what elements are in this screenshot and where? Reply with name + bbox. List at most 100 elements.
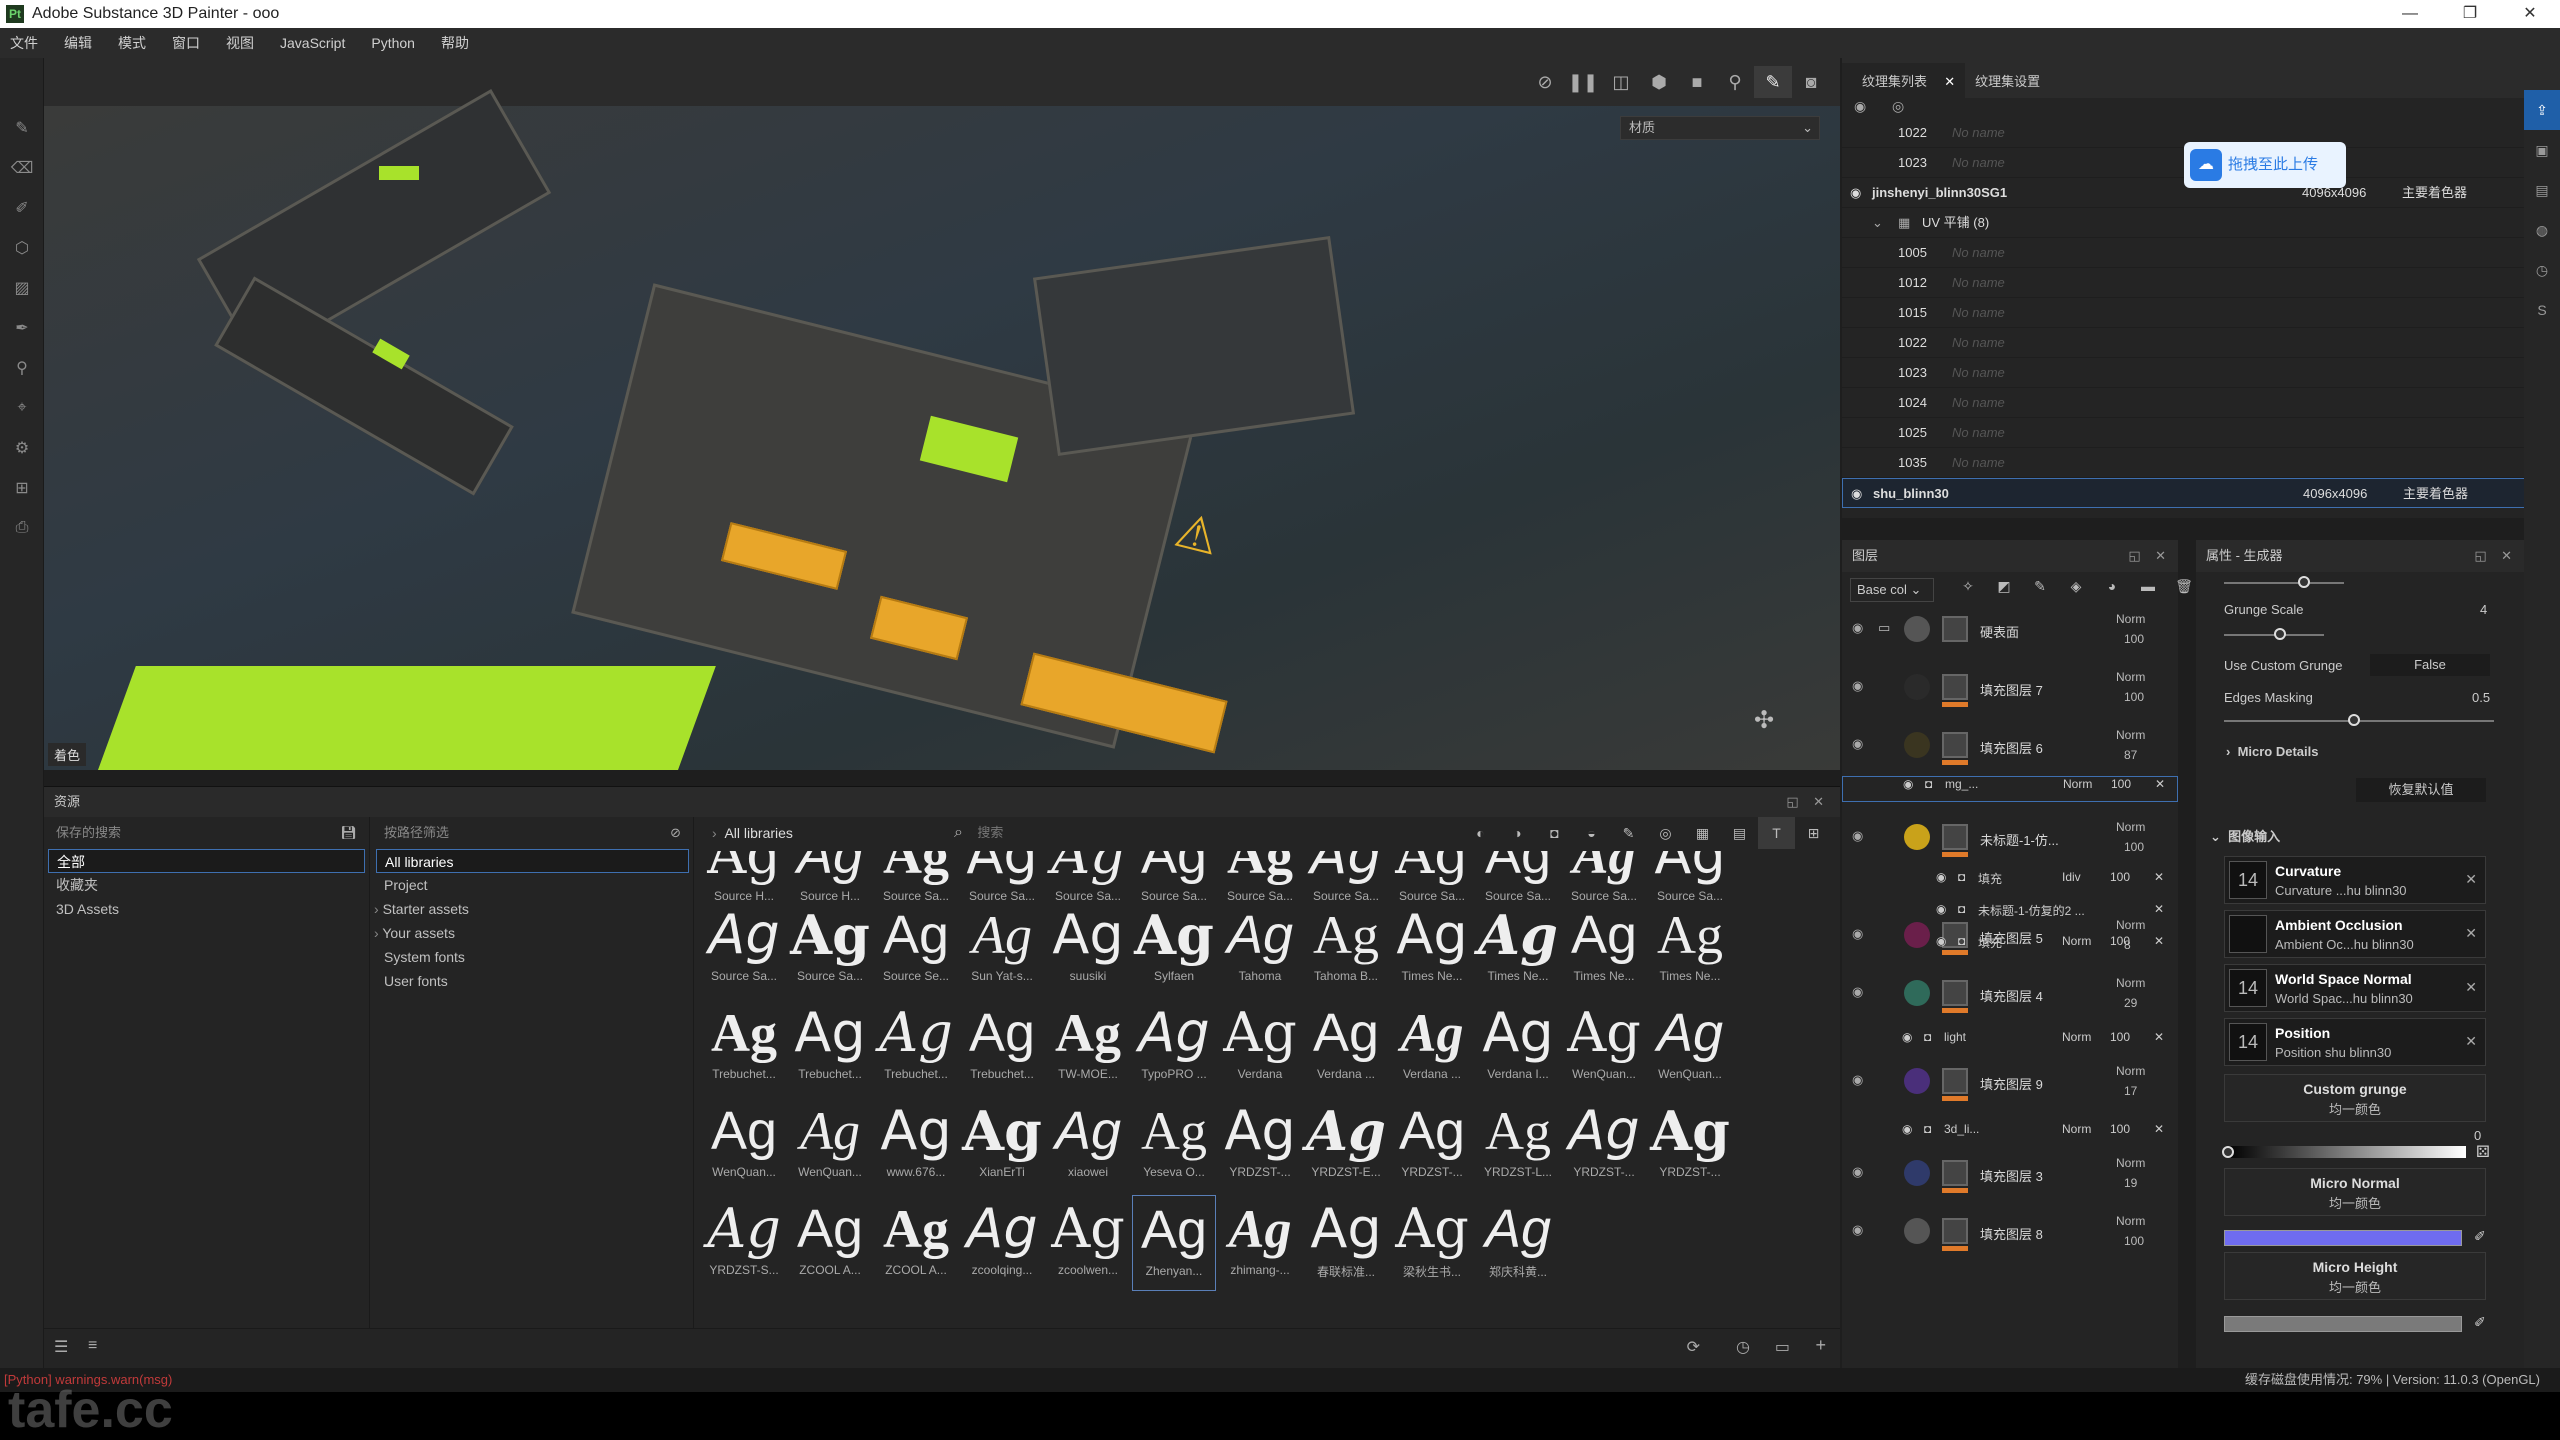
menu-mode[interactable]: 模式 xyxy=(118,33,146,53)
menu-help[interactable]: 帮助 xyxy=(441,33,469,53)
float-panel-icon[interactable]: ◱ xyxy=(2128,548,2140,563)
font-thumbnail[interactable]: Ag YRDZST-S... xyxy=(702,1195,786,1291)
font-thumbnail[interactable]: Ag zcoolwen... xyxy=(1046,1195,1130,1291)
layer-opacity[interactable]: 100 xyxy=(2111,777,2131,791)
screenshot-icon[interactable]: ◙ xyxy=(1792,66,1830,98)
font-thumbnail[interactable]: Ag Tahoma B... xyxy=(1304,901,1388,997)
custom-grunge-input[interactable]: Custom grunge 均一颜色 xyxy=(2224,1074,2486,1122)
layer-opacity[interactable]: 87 xyxy=(2124,748,2137,762)
sub-layer-row[interactable]: ◉ ◘ light Norm 100 ✕ xyxy=(1842,1030,2178,1056)
sub-layer-row[interactable]: ◉ ◘ 未标题-1-仿复的2 ... ✕ xyxy=(1842,902,2178,928)
filter-your-assets[interactable]: › Your assets xyxy=(372,921,693,945)
font-thumbnail[interactable]: Ag Yeseva O... xyxy=(1132,1097,1216,1193)
layer-opacity[interactable]: 19 xyxy=(2124,1176,2137,1190)
font-thumbnail[interactable]: Ag YRDZST-E... xyxy=(1304,1097,1388,1193)
font-thumbnail[interactable]: Ag 春联标准... xyxy=(1304,1195,1388,1291)
font-thumbnail[interactable]: Ag zhimang-... xyxy=(1218,1195,1302,1291)
layer-row[interactable]: ◉ 填充图层 8 Norm 100 xyxy=(1842,1210,2178,1268)
tab-texture-set-list[interactable]: 纹理集列表 ✕ xyxy=(1842,63,1966,98)
micro-normal-input[interactable]: Micro Normal 均一颜色 xyxy=(2224,1168,2486,1216)
close-icon[interactable]: ✕ xyxy=(2154,934,2164,948)
eye-icon[interactable]: ◎ xyxy=(1892,98,1904,115)
position-input[interactable]: 14 Position Position shu blinn30 ✕ xyxy=(2224,1018,2486,1066)
mask-thumbnail[interactable] xyxy=(1942,824,1968,850)
menu-javascript[interactable]: JavaScript xyxy=(280,35,345,51)
close-icon[interactable]: ✕ xyxy=(2155,777,2165,791)
font-thumbnail[interactable]: Ag Verdana ... xyxy=(1304,999,1388,1095)
menu-view[interactable]: 视图 xyxy=(226,33,254,53)
layer-opacity[interactable]: 100 xyxy=(2110,870,2130,884)
font-thumbnail[interactable]: Ag Verdana I... xyxy=(1476,999,1560,1095)
projection-icon[interactable]: ✐ xyxy=(0,188,44,228)
font-thumbnail[interactable]: Ag Verdana xyxy=(1218,999,1302,1095)
environment-filter-icon[interactable]: ▤ xyxy=(1721,817,1758,849)
folder-icon[interactable]: ▭ xyxy=(1775,1337,1790,1357)
tab-texture-set-settings[interactable]: 纹理集设置 xyxy=(1965,63,2050,98)
detail-view-icon[interactable]: ≡ xyxy=(88,1337,97,1355)
font-thumbnail[interactable]: Ag Source Se... xyxy=(874,901,958,997)
font-thumbnail[interactable]: Ag YRDZST-... xyxy=(1562,1097,1646,1193)
breadcrumb[interactable]: › All libraries xyxy=(712,817,793,849)
visibility-icon[interactable]: ◉ xyxy=(1854,98,1866,115)
close-icon[interactable]: ✕ xyxy=(2154,902,2164,916)
close-icon[interactable]: ✕ xyxy=(2154,1030,2164,1044)
font-thumbnail[interactable]: Ag 郑庆科黄... xyxy=(1476,1195,1560,1291)
filter-all-libraries[interactable]: All libraries xyxy=(376,849,689,873)
blend-mode[interactable]: Norm xyxy=(2116,1156,2145,1170)
menu-file[interactable]: 文件 xyxy=(10,33,38,53)
micro-height-color-swatch[interactable] xyxy=(2224,1316,2462,1332)
eye-icon[interactable]: ◉ xyxy=(1851,479,1862,509)
filter-system-fonts[interactable]: System fonts xyxy=(372,945,693,969)
clear-icon[interactable]: ✕ xyxy=(2465,979,2477,996)
eye-icon[interactable]: ◉ xyxy=(1936,902,1946,916)
layer-row[interactable]: ◉ 填充图层 3 Norm 19 xyxy=(1842,1152,2178,1210)
paint-mode-icon[interactable]: ✎ xyxy=(1754,66,1792,98)
font-thumbnail[interactable]: Ag Times Ne... xyxy=(1562,901,1646,997)
add-folder-icon[interactable]: ▬ xyxy=(2130,578,2166,595)
eye-icon[interactable]: ◉ xyxy=(1852,984,1863,1000)
maximize-button[interactable]: ❐ xyxy=(2440,0,2500,28)
font-thumbnail[interactable]: Ag Times Ne... xyxy=(1390,901,1474,997)
clear-icon[interactable]: ✕ xyxy=(2465,925,2477,942)
font-thumbnail[interactable]: Ag TypoPRO ... xyxy=(1132,999,1216,1095)
gradient-knob[interactable] xyxy=(2222,1146,2234,1158)
mask-thumbnail[interactable] xyxy=(1942,732,1968,758)
clear-icon[interactable]: ✕ xyxy=(2465,1033,2477,1050)
uv-group-row[interactable]: ⌄ ▦ UV 平铺 (8) xyxy=(1842,208,2560,238)
mask-thumbnail[interactable] xyxy=(1942,1218,1968,1244)
material-filter-icon[interactable]: ◐ xyxy=(1462,817,1499,849)
font-thumbnail[interactable]: Ag Sylfaen xyxy=(1132,901,1216,997)
float-panel-icon[interactable]: ◱ xyxy=(1786,794,1798,809)
polygon-fill-icon[interactable]: ▨ xyxy=(0,268,44,308)
reset-default-button[interactable]: 恢复默认值 xyxy=(2356,778,2486,802)
eyedropper-icon[interactable]: ✐ xyxy=(2474,1228,2486,1245)
grunge-scale-value[interactable]: 4 xyxy=(2480,602,2487,617)
close-assets-icon[interactable]: ✕ xyxy=(1813,794,1824,809)
model-render[interactable]: ⚠ ✣ xyxy=(44,89,1840,770)
blend-mode[interactable]: Norm xyxy=(2062,1030,2091,1044)
clone-icon[interactable]: ⚲ xyxy=(0,348,44,388)
eye-icon[interactable]: ◉ xyxy=(1852,620,1863,636)
clear-icon[interactable]: ✕ xyxy=(2465,871,2477,888)
eye-icon[interactable]: ◉ xyxy=(1902,1122,1912,1136)
saved-item-all[interactable]: 全部 xyxy=(48,849,365,873)
grunge-scale-knob[interactable] xyxy=(2274,628,2286,640)
uv-tile-row[interactable]: 1015 No name xyxy=(1842,298,2560,328)
font-thumbnail[interactable]: Ag Trebuchet... xyxy=(874,999,958,1095)
mask-thumbnail[interactable] xyxy=(1942,674,1968,700)
sub-layer-row[interactable]: ◉ ◘ mg_... Norm 100 ✕ xyxy=(1842,776,2178,802)
saved-item-favorites[interactable]: 收藏夹 xyxy=(44,873,369,897)
image-inputs-section[interactable]: ⌄ 图像输入 xyxy=(2210,826,2280,845)
uv-tile-row[interactable]: 1025 No name xyxy=(1842,418,2560,448)
font-thumbnail[interactable]: Ag zcoolqing... xyxy=(960,1195,1044,1291)
layer-opacity[interactable]: 100 xyxy=(2124,1234,2144,1248)
filter-user-fonts[interactable]: User fonts xyxy=(372,969,693,993)
add-mask-icon[interactable]: ◩ xyxy=(1986,578,2022,595)
float-panel-icon[interactable]: ◱ xyxy=(2474,548,2486,563)
paint-brush-icon[interactable]: ✎ xyxy=(0,108,44,148)
uv-tile-row[interactable]: 1035 No name xyxy=(1842,448,2560,478)
eye-icon[interactable]: ◉ xyxy=(1902,1030,1912,1044)
font-thumbnail[interactable]: Ag Tahoma xyxy=(1218,901,1302,997)
layer-opacity[interactable]: 100 xyxy=(2110,934,2130,948)
font-thumbnail[interactable]: Ag WenQuan... xyxy=(702,1097,786,1193)
